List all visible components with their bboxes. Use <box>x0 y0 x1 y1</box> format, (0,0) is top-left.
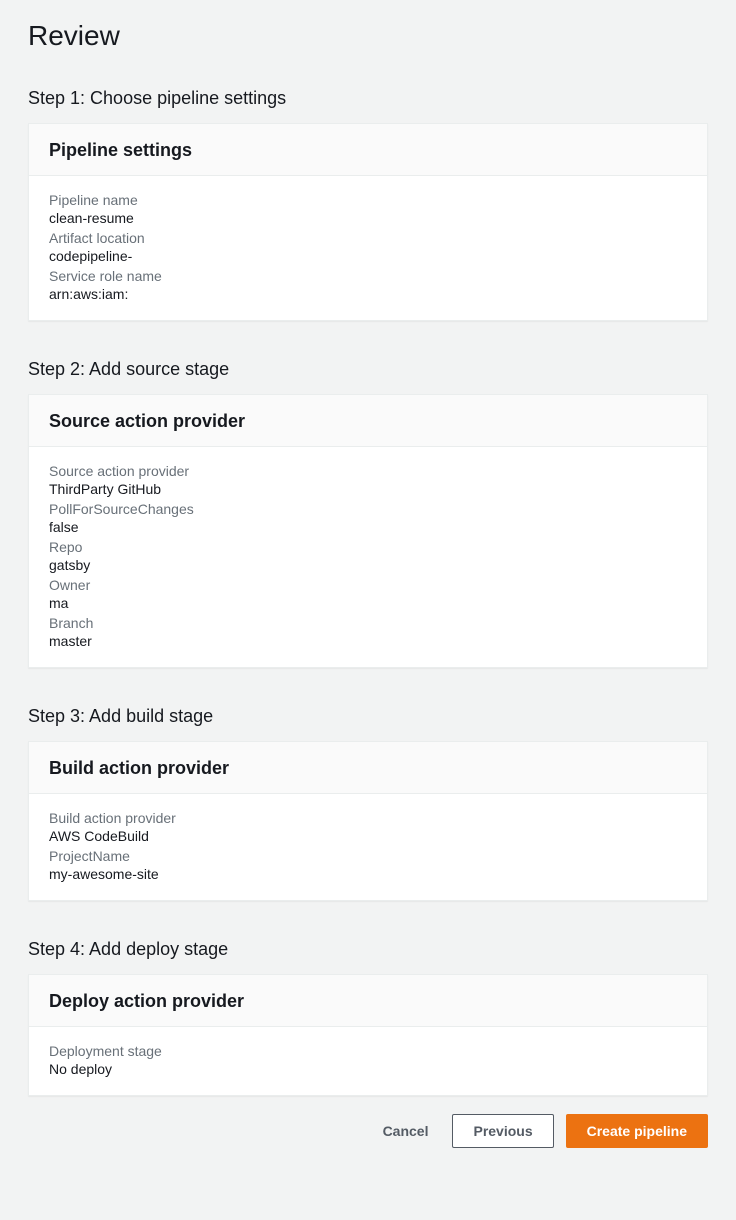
project-name-label: ProjectName <box>49 848 687 864</box>
page-title: Review <box>28 20 708 52</box>
pipeline-name-value: clean-resume <box>49 210 687 226</box>
poll-changes-label: PollForSourceChanges <box>49 501 687 517</box>
owner-label: Owner <box>49 577 687 593</box>
artifact-location-label: Artifact location <box>49 230 687 246</box>
artifact-location-value: codepipeline- <box>49 248 687 264</box>
button-row: Cancel Previous Create pipeline <box>28 1114 708 1148</box>
pipeline-name-label: Pipeline name <box>49 192 687 208</box>
card-header: Build action provider <box>29 742 707 794</box>
pipeline-settings-card: Pipeline settings Pipeline name clean-re… <box>28 123 708 321</box>
cancel-button[interactable]: Cancel <box>371 1115 441 1147</box>
branch-value: master <box>49 633 687 649</box>
step-2-title: Step 2: Add source stage <box>28 359 708 380</box>
card-header: Pipeline settings <box>29 124 707 176</box>
card-body: Deployment stage No deploy <box>29 1027 707 1095</box>
card-title: Deploy action provider <box>49 991 687 1012</box>
build-action-card: Build action provider Build action provi… <box>28 741 708 901</box>
service-role-label: Service role name <box>49 268 687 284</box>
poll-changes-value: false <box>49 519 687 535</box>
project-name-value: my-awesome-site <box>49 866 687 882</box>
branch-label: Branch <box>49 615 687 631</box>
deploy-action-card: Deploy action provider Deployment stage … <box>28 974 708 1096</box>
card-body: Source action provider ThirdParty GitHub… <box>29 447 707 667</box>
deployment-stage-label: Deployment stage <box>49 1043 687 1059</box>
repo-value: gatsby <box>49 557 687 573</box>
deployment-stage-value: No deploy <box>49 1061 687 1077</box>
card-header: Deploy action provider <box>29 975 707 1027</box>
card-title: Pipeline settings <box>49 140 687 161</box>
source-provider-value: ThirdParty GitHub <box>49 481 687 497</box>
card-body: Pipeline name clean-resume Artifact loca… <box>29 176 707 320</box>
source-provider-label: Source action provider <box>49 463 687 479</box>
step-1-title: Step 1: Choose pipeline settings <box>28 88 708 109</box>
build-provider-label: Build action provider <box>49 810 687 826</box>
source-action-card: Source action provider Source action pro… <box>28 394 708 668</box>
previous-button[interactable]: Previous <box>452 1114 553 1148</box>
owner-value: ma <box>49 595 687 611</box>
card-body: Build action provider AWS CodeBuild Proj… <box>29 794 707 900</box>
card-title: Source action provider <box>49 411 687 432</box>
service-role-value: arn:aws:iam: <box>49 286 687 302</box>
create-pipeline-button[interactable]: Create pipeline <box>566 1114 708 1148</box>
step-3-title: Step 3: Add build stage <box>28 706 708 727</box>
card-header: Source action provider <box>29 395 707 447</box>
repo-label: Repo <box>49 539 687 555</box>
card-title: Build action provider <box>49 758 687 779</box>
build-provider-value: AWS CodeBuild <box>49 828 687 844</box>
step-4-title: Step 4: Add deploy stage <box>28 939 708 960</box>
